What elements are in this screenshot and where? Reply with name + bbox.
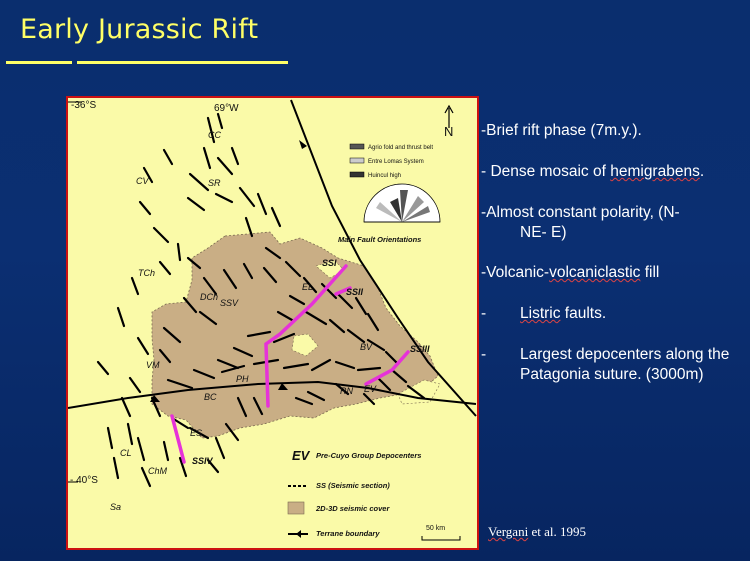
place-label: EL xyxy=(302,282,313,292)
place-label: CV xyxy=(136,176,149,186)
place-label: BC xyxy=(204,392,217,402)
place-label: DCh xyxy=(200,292,218,302)
slide-title: Early Jurassic Rift xyxy=(20,14,259,45)
bullet-text: Largest depocenters along the Patagonia … xyxy=(520,346,730,383)
latitude-label-south: - 40°S xyxy=(70,475,98,486)
legend-ev-code: EV xyxy=(292,448,311,463)
place-label: SSV xyxy=(220,298,239,308)
bullet-dash: - xyxy=(481,305,487,322)
rose-title: Main Fault Orientations xyxy=(338,235,421,244)
bullet-item: -Volcanic-volcaniclastic fill xyxy=(481,263,746,283)
north-arrow-icon: N xyxy=(444,104,454,139)
legend-cover-text: 2D-3D seismic cover xyxy=(315,504,390,513)
fault-rose-diagram-icon xyxy=(363,183,441,223)
section-label: SSIV xyxy=(192,456,214,466)
place-label: PH xyxy=(236,374,249,384)
bullet-dash: - xyxy=(481,346,487,363)
rift-map: -36°S - 40°S 69°W CC CV SR TCh SSV DCh E… xyxy=(66,96,479,550)
bullet-text: Brief rift phase (7m.y.). xyxy=(486,122,642,139)
bullet-item: -Almost constant polarity, (N- xyxy=(481,203,746,223)
bullet-text: Volcanic- xyxy=(486,264,550,281)
section-label: SSI xyxy=(322,258,337,268)
place-label: SR xyxy=(208,178,221,188)
place-label: ChM xyxy=(148,466,168,476)
rose-legend-label: Huincul high xyxy=(368,173,401,179)
place-label: VM xyxy=(146,360,160,370)
scale-label: 50 km xyxy=(426,525,445,532)
longitude-label: 69°W xyxy=(214,103,239,114)
legend-swatch xyxy=(349,171,365,178)
section-label: SSII xyxy=(346,287,364,297)
rose-legend-label: Agrio fold and thrust belt xyxy=(368,145,433,151)
bullet-text: Listric xyxy=(520,305,561,322)
citation: Vergani et al. 1995 xyxy=(488,524,586,540)
legend-swatch xyxy=(349,143,365,150)
place-label: Sa xyxy=(110,502,121,512)
bullet-item: -Brief rift phase (7m.y.). xyxy=(481,121,746,141)
bullet-text: fill xyxy=(640,264,660,281)
place-label: ES xyxy=(190,428,202,438)
north-label: N xyxy=(444,124,453,139)
rose-legend: Agrio fold and thrust belt Entre Lomas S… xyxy=(349,143,433,179)
legend-depocenter-text: Pre-Cuyo Group Depocenters xyxy=(316,451,421,460)
place-label: CL xyxy=(120,448,132,458)
legend-terrane-text: Terrane boundary xyxy=(316,529,380,538)
rift-map-canvas: -36°S - 40°S 69°W CC CV SR TCh SSV DCh E… xyxy=(68,99,477,541)
bullet-text: Almost constant polarity, (N- xyxy=(486,204,680,221)
legend-cover-swatch xyxy=(287,501,305,515)
title-underline-gap xyxy=(72,60,77,65)
place-label: RN xyxy=(340,386,353,396)
bullet-text: . xyxy=(699,163,705,180)
place-label: EV xyxy=(364,384,377,394)
scale-bar: 50 km xyxy=(421,525,461,541)
rose-legend-label: Entre Lomas System xyxy=(368,159,424,165)
bullet-text: volcaniclastic xyxy=(549,264,641,281)
place-label: TCh xyxy=(138,268,155,278)
title-underline xyxy=(6,61,288,64)
bullet-item: - Dense mosaic of hemigrabens. xyxy=(481,162,746,182)
citation-rest: et al. 1995 xyxy=(528,524,586,539)
citation-author: Vergani xyxy=(488,524,529,539)
map-legend: EV Pre-Cuyo Group Depocenters SS (Seismi… xyxy=(287,448,421,538)
bullet-text: hemigrabens xyxy=(610,163,700,180)
bullet-text: Dense mosaic of xyxy=(490,163,611,180)
legend-section-text: SS (Seismic section) xyxy=(316,481,390,490)
section-label: SSIII xyxy=(410,344,430,354)
bullet-text: faults. xyxy=(560,305,607,322)
legend-swatch xyxy=(349,157,365,164)
bullet-continuation: NE- E) xyxy=(520,223,746,243)
place-label: CC xyxy=(208,130,221,140)
place-label: BV xyxy=(360,342,373,352)
bullet-text: NE- E) xyxy=(520,224,567,241)
